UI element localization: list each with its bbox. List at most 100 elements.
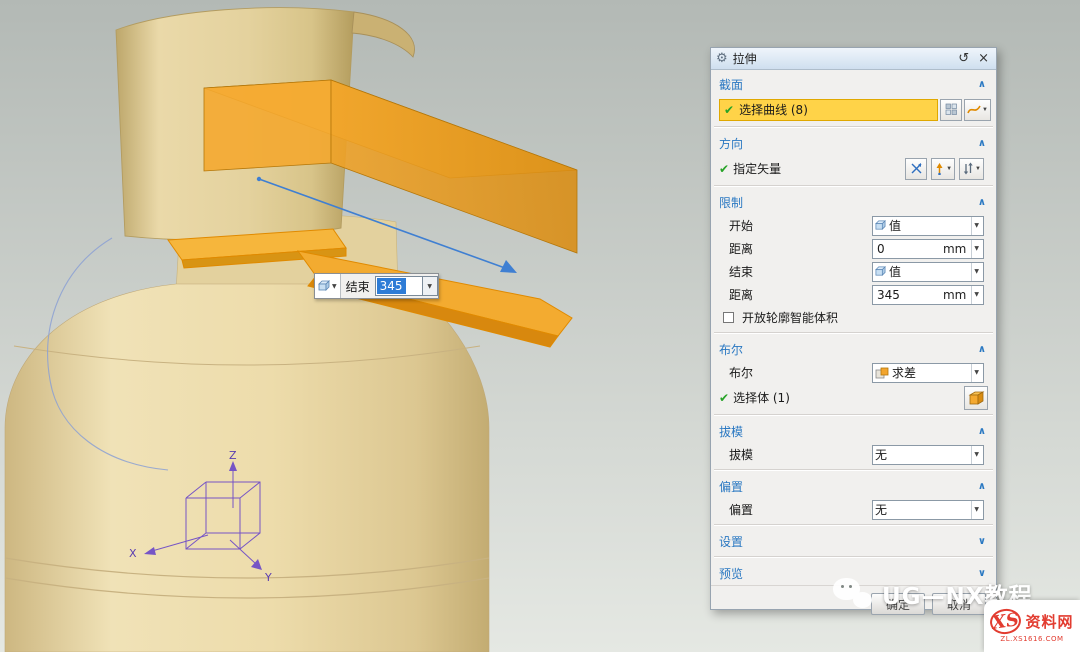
dropdown-caret-icon: ▼ <box>971 286 981 304</box>
application-window: Z X Y ▼ 结束 345 ▼ ⚙ 拉伸 ↺ × <box>0 0 1080 652</box>
logo-monogram: XS <box>989 607 1023 636</box>
dialog-body: 截面 ∧ ✔ 选择曲线 (8) <box>711 70 996 624</box>
boolean-option-dropdown[interactable]: 求差 ▼ <box>872 363 984 383</box>
settings-header-label: 设置 <box>719 533 743 550</box>
draft-option-value: 无 <box>875 446 968 463</box>
logo-name: 资料网 <box>1025 611 1073 632</box>
value-cube-icon <box>318 280 330 292</box>
draft-label: 拔模 <box>729 446 753 463</box>
chevron-up-icon[interactable]: ∧ <box>978 138 986 149</box>
dropdown-caret-icon: ▼ <box>971 240 981 258</box>
reset-icon[interactable]: ↺ <box>956 52 971 65</box>
start-distance-unit: mm <box>943 242 968 256</box>
axis-label-z: Z <box>229 449 237 462</box>
vector-dialog-icon[interactable] <box>905 158 927 180</box>
solid-end-face[interactable] <box>204 80 331 171</box>
select-curve-field[interactable]: ✔ 选择曲线 (8) <box>719 99 938 121</box>
group-separator <box>714 332 993 334</box>
value-cube-icon <box>875 220 886 231</box>
dropdown-caret-icon: ▼ <box>975 166 981 172</box>
section-header-section[interactable]: 截面 ∧ <box>711 72 996 96</box>
chevron-up-icon[interactable]: ∧ <box>978 197 986 208</box>
dialog-titlebar[interactable]: ⚙ 拉伸 ↺ × <box>711 48 996 70</box>
dropdown-caret-icon: ▼ <box>971 501 981 519</box>
draft-option-dropdown[interactable]: 无 ▼ <box>872 445 984 465</box>
chevron-up-icon[interactable]: ∧ <box>978 481 986 492</box>
dropdown-caret-icon: ▼ <box>332 283 337 290</box>
start-distance-label: 距离 <box>729 240 753 257</box>
draft-header-label: 拔模 <box>719 423 743 440</box>
section-header-preview[interactable]: 预览 ∨ <box>711 561 996 585</box>
reverse-direction-icon[interactable]: ▼ <box>959 158 984 180</box>
chevron-up-icon[interactable]: ∧ <box>978 79 986 90</box>
end-distance-row: 距离 345 mm ▼ <box>711 283 996 306</box>
start-distance-row: 距离 0 mm ▼ <box>711 237 996 260</box>
select-body-row: ✔ 选择体 (1) <box>711 384 996 411</box>
chevron-up-icon[interactable]: ∧ <box>978 426 986 437</box>
limits-header-label: 限制 <box>719 194 743 211</box>
tank-body[interactable] <box>5 284 489 652</box>
direction-header-label: 方向 <box>719 135 743 152</box>
start-row: 开始 值 ▼ <box>711 214 996 237</box>
section-header-direction[interactable]: 方向 ∧ <box>711 131 996 155</box>
chevron-down-icon[interactable]: ∨ <box>978 568 986 579</box>
dropdown-caret-icon: ▼ <box>971 364 981 382</box>
start-distance-field[interactable]: 0 mm ▼ <box>872 239 984 259</box>
end-label: 结束 <box>729 263 753 280</box>
onscreen-end-distance-input: ▼ 结束 345 ▼ <box>314 273 439 299</box>
axis-label-y: Y <box>264 571 272 584</box>
curve-rule-icon[interactable] <box>940 99 962 121</box>
subtract-boolean-icon <box>875 367 889 379</box>
start-distance-value: 0 <box>875 242 940 256</box>
ok-button[interactable]: 确定 <box>871 593 925 615</box>
section-header-label: 截面 <box>719 76 743 93</box>
section-header-boolean[interactable]: 布尔 ∧ <box>711 337 996 361</box>
value-option-button[interactable]: ▼ <box>315 274 341 298</box>
start-option-value: 值 <box>889 217 968 234</box>
mini-input-dropdown[interactable]: ▼ <box>423 276 438 296</box>
chevron-up-icon[interactable]: ∧ <box>978 344 986 355</box>
mini-input-field[interactable]: 345 <box>375 276 423 296</box>
boolean-row: 布尔 求差 ▼ <box>711 361 996 384</box>
offset-row: 偏置 无 ▼ <box>711 498 996 521</box>
group-separator <box>714 556 993 558</box>
dialog-button-row: 确定 取消 <box>711 585 996 624</box>
offset-option-value: 无 <box>875 501 968 518</box>
check-icon: ✔ <box>724 104 734 116</box>
end-option-value: 值 <box>889 263 968 280</box>
section-header-draft[interactable]: 拔模 ∧ <box>711 419 996 443</box>
boolean-header-label: 布尔 <box>719 341 743 358</box>
select-curve-row: ✔ 选择曲线 (8) ▼ <box>711 96 996 123</box>
boolean-option-value: 求差 <box>892 364 968 381</box>
close-icon[interactable]: × <box>976 52 991 65</box>
end-row: 结束 值 ▼ <box>711 260 996 283</box>
preview-header-label: 预览 <box>719 565 743 582</box>
group-separator <box>714 469 993 471</box>
dropdown-caret-icon: ▼ <box>982 107 988 113</box>
section-header-settings[interactable]: 设置 ∨ <box>711 529 996 553</box>
mini-input-label: 结束 <box>341 278 375 295</box>
end-distance-field[interactable]: 345 mm ▼ <box>872 285 984 305</box>
open-profile-checkbox[interactable] <box>723 312 734 323</box>
offset-option-dropdown[interactable]: 无 ▼ <box>872 500 984 520</box>
select-curve-label: 选择曲线 (8) <box>739 101 808 118</box>
inferred-vector-icon[interactable]: ▼ <box>931 158 955 180</box>
dialog-title: 拉伸 <box>733 50 757 67</box>
section-header-limits[interactable]: 限制 ∧ <box>711 190 996 214</box>
chevron-down-icon[interactable]: ∨ <box>978 536 986 547</box>
section-header-offset[interactable]: 偏置 ∧ <box>711 474 996 498</box>
group-separator <box>714 185 993 187</box>
offset-header-label: 偏置 <box>719 478 743 495</box>
end-option-dropdown[interactable]: 值 ▼ <box>872 262 984 282</box>
curve-options-icon[interactable]: ▼ <box>964 99 991 121</box>
solid-body-icon[interactable] <box>964 386 988 410</box>
vector-arrow-icon <box>934 162 945 175</box>
start-option-dropdown[interactable]: 值 ▼ <box>872 216 984 236</box>
cancel-button[interactable]: 取消 <box>932 593 986 615</box>
dropdown-caret-icon: ▼ <box>971 263 981 281</box>
end-distance-label: 距离 <box>729 286 753 303</box>
end-distance-unit: mm <box>943 288 968 302</box>
group-separator <box>714 524 993 526</box>
check-icon: ✔ <box>719 392 729 404</box>
specify-vector-row: ✔ 指定矢量 ▼ <box>711 155 996 182</box>
